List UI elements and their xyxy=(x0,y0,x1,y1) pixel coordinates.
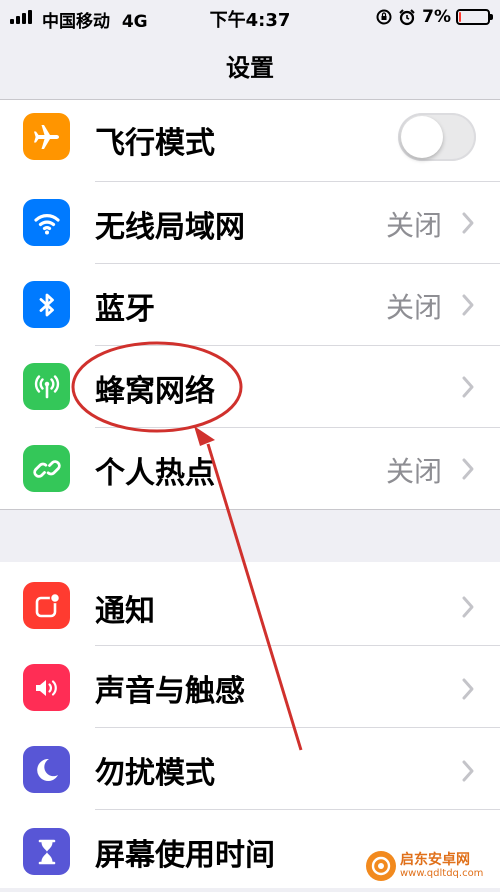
screen-time-label: 屏幕使用时间 xyxy=(95,838,275,873)
bluetooth-label: 蓝牙 xyxy=(95,292,155,327)
do-not-disturb-label: 勿扰模式 xyxy=(95,756,215,791)
chevron-right-icon xyxy=(462,678,474,700)
watermark-text: 启东安卓网 www.qdltdq.com xyxy=(400,853,483,879)
hotspot-link-icon xyxy=(23,445,70,492)
personal-hotspot-status-value: 关闭 xyxy=(385,455,442,488)
group-divider xyxy=(0,509,500,510)
bluetooth-status-value: 关闭 xyxy=(385,291,442,324)
chevron-right-icon xyxy=(462,294,474,316)
settings-row-notifications[interactable]: 通知 xyxy=(0,562,500,646)
wifi-icon xyxy=(23,199,70,246)
battery-level-fill xyxy=(459,12,461,22)
notifications-icon xyxy=(23,582,70,629)
chevron-right-icon xyxy=(462,212,474,234)
settings-row-cellular[interactable]: 蜂窝网络 xyxy=(0,346,500,428)
bluetooth-icon xyxy=(23,281,70,328)
settings-row-personal-hotspot[interactable]: 个人热点 关闭 xyxy=(0,428,500,510)
settings-row-do-not-disturb[interactable]: 勿扰模式 xyxy=(0,728,500,810)
settings-group-connectivity: 飞行模式 无线局域网 关闭 蓝牙 关闭 蜂窝网络 个人热点 关闭 xyxy=(0,100,500,510)
sounds-haptics-label: 声音与触感 xyxy=(95,674,245,709)
chevron-right-icon xyxy=(462,760,474,782)
speaker-icon xyxy=(23,664,70,711)
chevron-right-icon xyxy=(462,376,474,398)
wifi-status-value: 关闭 xyxy=(385,209,442,242)
status-bar: 中国移动 4G 下午4:37 7% xyxy=(0,0,500,34)
airplane-mode-label: 飞行模式 xyxy=(95,126,215,161)
moon-icon xyxy=(23,746,70,793)
cellular-label: 蜂窝网络 xyxy=(95,374,215,409)
airplane-mode-toggle[interactable] xyxy=(398,113,476,161)
alarm-icon xyxy=(399,9,415,26)
status-right: 7% xyxy=(376,6,493,28)
watermark-logo-icon xyxy=(366,851,396,881)
watermark-name: 启东安卓网 xyxy=(400,852,470,868)
wifi-label: 无线局域网 xyxy=(95,210,245,245)
toggle-knob xyxy=(401,116,443,158)
settings-row-airplane-mode[interactable]: 飞行模式 xyxy=(0,100,500,182)
page-title: 设置 xyxy=(226,54,274,82)
airplane-icon xyxy=(23,113,70,160)
settings-row-wifi[interactable]: 无线局域网 关闭 xyxy=(0,182,500,264)
personal-hotspot-label: 个人热点 xyxy=(95,456,215,491)
settings-row-sounds-haptics[interactable]: 声音与触感 xyxy=(0,646,500,728)
watermark-url: www.qdltdq.com xyxy=(400,868,484,879)
cellular-antenna-icon xyxy=(23,363,70,410)
orientation-lock-icon xyxy=(376,9,392,25)
battery-percent: 7% xyxy=(422,7,451,27)
battery-icon xyxy=(456,9,493,25)
watermark: 启东安卓网 www.qdltdq.com xyxy=(366,850,496,882)
settings-group-general: 通知 声音与触感 勿扰模式 屏幕使用时间 xyxy=(0,562,500,888)
chevron-right-icon xyxy=(462,596,474,618)
chevron-right-icon xyxy=(462,458,474,480)
hourglass-icon xyxy=(23,828,70,875)
settings-row-bluetooth[interactable]: 蓝牙 关闭 xyxy=(0,264,500,346)
notifications-label: 通知 xyxy=(95,594,155,629)
